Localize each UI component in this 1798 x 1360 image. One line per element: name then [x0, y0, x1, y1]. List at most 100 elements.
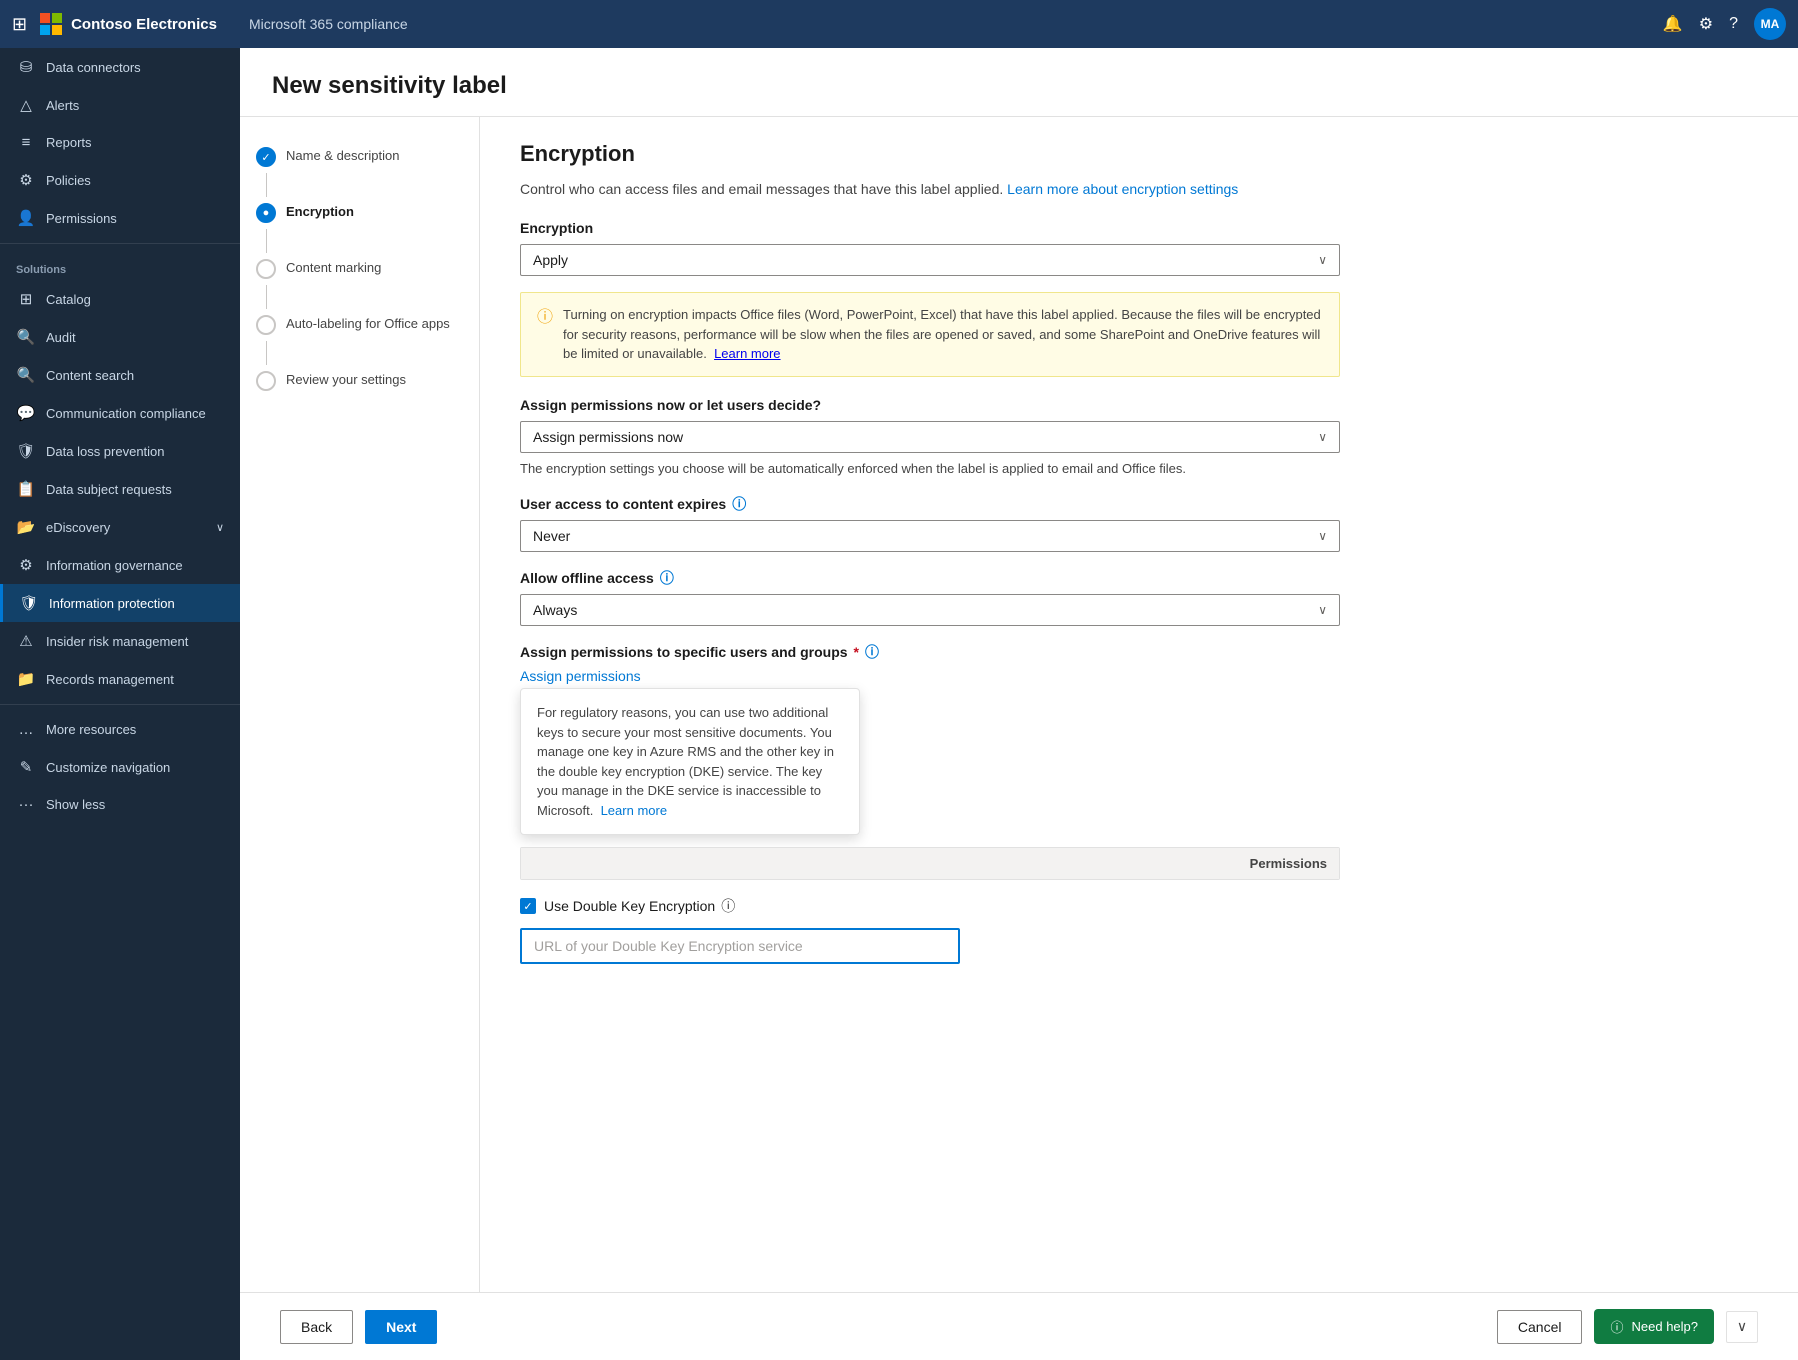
- specific-users-info-icon[interactable]: ⓘ: [865, 642, 879, 662]
- waffle-icon[interactable]: ⊞: [12, 14, 27, 35]
- sidebar-item-label: Information governance: [46, 558, 183, 573]
- tooltip-learn-more-link[interactable]: Learn more: [601, 803, 667, 818]
- step-encryption: ● Encryption: [256, 197, 463, 229]
- scroll-down-button[interactable]: ∨: [1726, 1311, 1758, 1343]
- sidebar-item-label: Data subject requests: [46, 482, 172, 497]
- step-review-settings: Review your settings: [256, 365, 463, 397]
- avatar[interactable]: MA: [1754, 8, 1786, 40]
- top-nav-icons: 🔔 ⚙ ? MA: [1663, 8, 1786, 40]
- user-access-dropdown[interactable]: Never ∨: [520, 520, 1340, 552]
- sidebar-item-information-governance[interactable]: ⚙ Information governance: [0, 546, 240, 584]
- sidebar-item-catalog[interactable]: ⊞ Catalog: [0, 280, 240, 318]
- ediscovery-icon: 📂: [16, 518, 36, 536]
- next-button[interactable]: Next: [365, 1310, 437, 1344]
- data-connectors-icon: ⛁: [16, 58, 36, 76]
- sidebar-item-audit[interactable]: 🔍 Audit: [0, 318, 240, 356]
- need-help-button[interactable]: ⓘ Need help?: [1594, 1309, 1714, 1344]
- form-panel: Encryption Control who can access files …: [480, 117, 1798, 1292]
- assign-permissions-dropdown[interactable]: Assign permissions now ∨: [520, 421, 1340, 453]
- warning-text: Turning on encryption impacts Office fil…: [563, 305, 1323, 364]
- double-key-info-icon[interactable]: ⓘ: [721, 896, 735, 916]
- sidebar-item-label: Data loss prevention: [46, 444, 165, 459]
- sidebar-item-reports[interactable]: ≡ Reports: [0, 124, 240, 161]
- sidebar-item-label: Data connectors: [46, 60, 141, 75]
- settings-icon[interactable]: ⚙: [1699, 14, 1713, 34]
- sidebar-item-alerts[interactable]: △ Alerts: [0, 86, 240, 124]
- sidebar-item-policies[interactable]: ⚙ Policies: [0, 161, 240, 199]
- offline-access-info-icon[interactable]: ⓘ: [660, 568, 674, 588]
- microsoft-logo-icon: [39, 12, 63, 36]
- user-access-chevron-icon: ∨: [1318, 529, 1327, 543]
- user-access-field-group: User access to content expires ⓘ Never ∨: [520, 494, 1758, 552]
- encryption-field-group: Encryption Apply ∨: [520, 220, 1758, 276]
- sidebar-item-label: Information protection: [49, 596, 175, 611]
- sidebar-item-label: Reports: [46, 135, 92, 150]
- step-label-4: Auto-labeling for Office apps: [286, 315, 450, 331]
- sidebar-divider-1: [0, 243, 240, 244]
- offline-access-selected: Always: [533, 602, 577, 618]
- sidebar-item-data-subject-requests[interactable]: 📋 Data subject requests: [0, 470, 240, 508]
- page-header: New sensitivity label: [240, 48, 1798, 117]
- sidebar-item-data-loss-prevention[interactable]: 🛡 Data loss prevention: [0, 432, 240, 470]
- sidebar-item-data-connectors[interactable]: ⛁ Data connectors: [0, 48, 240, 86]
- sidebar-divider-2: [0, 704, 240, 705]
- user-access-label: User access to content expires ⓘ: [520, 494, 1758, 514]
- check-icon: ✓: [523, 900, 532, 913]
- back-button[interactable]: Back: [280, 1310, 353, 1344]
- sidebar-item-content-search[interactable]: 🔍 Content search: [0, 356, 240, 394]
- assign-permissions-description: The encryption settings you choose will …: [520, 459, 1758, 479]
- help-icon[interactable]: ?: [1729, 15, 1738, 33]
- sidebar-item-records-management[interactable]: 📁 Records management: [0, 660, 240, 698]
- step-circle-5: [256, 371, 276, 391]
- offline-access-field-group: Allow offline access ⓘ Always ∨: [520, 568, 1758, 626]
- dke-url-input[interactable]: [520, 928, 960, 964]
- warning-learn-more-link[interactable]: Learn more: [714, 346, 780, 361]
- sidebar-item-label: Insider risk management: [46, 634, 188, 649]
- sidebar-item-ediscovery[interactable]: 📂 eDiscovery ∨: [0, 508, 240, 546]
- sidebar-item-label: Customize navigation: [46, 760, 170, 775]
- sidebar-item-permissions[interactable]: 👤 Permissions: [0, 199, 240, 237]
- wizard-steps-panel: ✓ Name & description ● Encryption Conten…: [240, 117, 480, 1292]
- customize-nav-icon: ✎: [16, 758, 36, 776]
- service-name: Microsoft 365 compliance: [249, 16, 408, 32]
- form-description: Control who can access files and email m…: [520, 179, 1758, 200]
- communication-compliance-icon: 💬: [16, 404, 36, 422]
- warning-icon: ⓘ: [537, 306, 553, 364]
- dke-tooltip-box: For regulatory reasons, you can use two …: [520, 688, 860, 835]
- double-key-checkbox-row: ✓ Use Double Key Encryption ⓘ: [520, 896, 1758, 916]
- more-resources-icon: …: [16, 721, 36, 738]
- required-star: *: [854, 644, 859, 660]
- step-connector-4: [266, 341, 267, 365]
- offline-access-dropdown[interactable]: Always ∨: [520, 594, 1340, 626]
- page-body: ✓ Name & description ● Encryption Conten…: [240, 117, 1798, 1292]
- assign-permissions-link[interactable]: Assign permissions: [520, 668, 641, 684]
- alerts-icon: △: [16, 96, 36, 114]
- info-governance-icon: ⚙: [16, 556, 36, 574]
- encryption-selected: Apply: [533, 252, 568, 268]
- sidebar-item-more-resources[interactable]: … More resources: [0, 711, 240, 748]
- encryption-dropdown[interactable]: Apply ∨: [520, 244, 1340, 276]
- sidebar-item-communication-compliance[interactable]: 💬 Communication compliance: [0, 394, 240, 432]
- form-section-title: Encryption: [520, 141, 1758, 167]
- assign-permissions-selected: Assign permissions now: [533, 429, 683, 445]
- warning-box: ⓘ Turning on encryption impacts Office f…: [520, 292, 1340, 377]
- sidebar-item-label: Alerts: [46, 98, 79, 113]
- sidebar-item-show-less[interactable]: ··· Show less: [0, 786, 240, 823]
- bell-icon[interactable]: 🔔: [1663, 14, 1683, 34]
- step-connector-3: [266, 285, 267, 309]
- step-circle-3: [256, 259, 276, 279]
- double-key-label: Use Double Key Encryption ⓘ: [544, 896, 735, 916]
- user-access-info-icon[interactable]: ⓘ: [732, 494, 746, 514]
- sidebar-item-information-protection[interactable]: 🛡 Information protection: [0, 584, 240, 622]
- step-label-1: Name & description: [286, 147, 399, 163]
- double-key-checkbox[interactable]: ✓: [520, 898, 536, 914]
- sidebar-item-customize-navigation[interactable]: ✎ Customize navigation: [0, 748, 240, 786]
- sidebar: ⛁ Data connectors △ Alerts ≡ Reports ⚙ P…: [0, 48, 240, 1360]
- cancel-button[interactable]: Cancel: [1497, 1310, 1583, 1344]
- learn-more-link[interactable]: Learn more about encryption settings: [1007, 181, 1238, 197]
- step-circle-2: ●: [256, 203, 276, 223]
- step-connector-1: [266, 173, 267, 197]
- records-icon: 📁: [16, 670, 36, 688]
- sidebar-item-insider-risk[interactable]: ⚠ Insider risk management: [0, 622, 240, 660]
- specific-users-field-group: Assign permissions to specific users and…: [520, 642, 1758, 880]
